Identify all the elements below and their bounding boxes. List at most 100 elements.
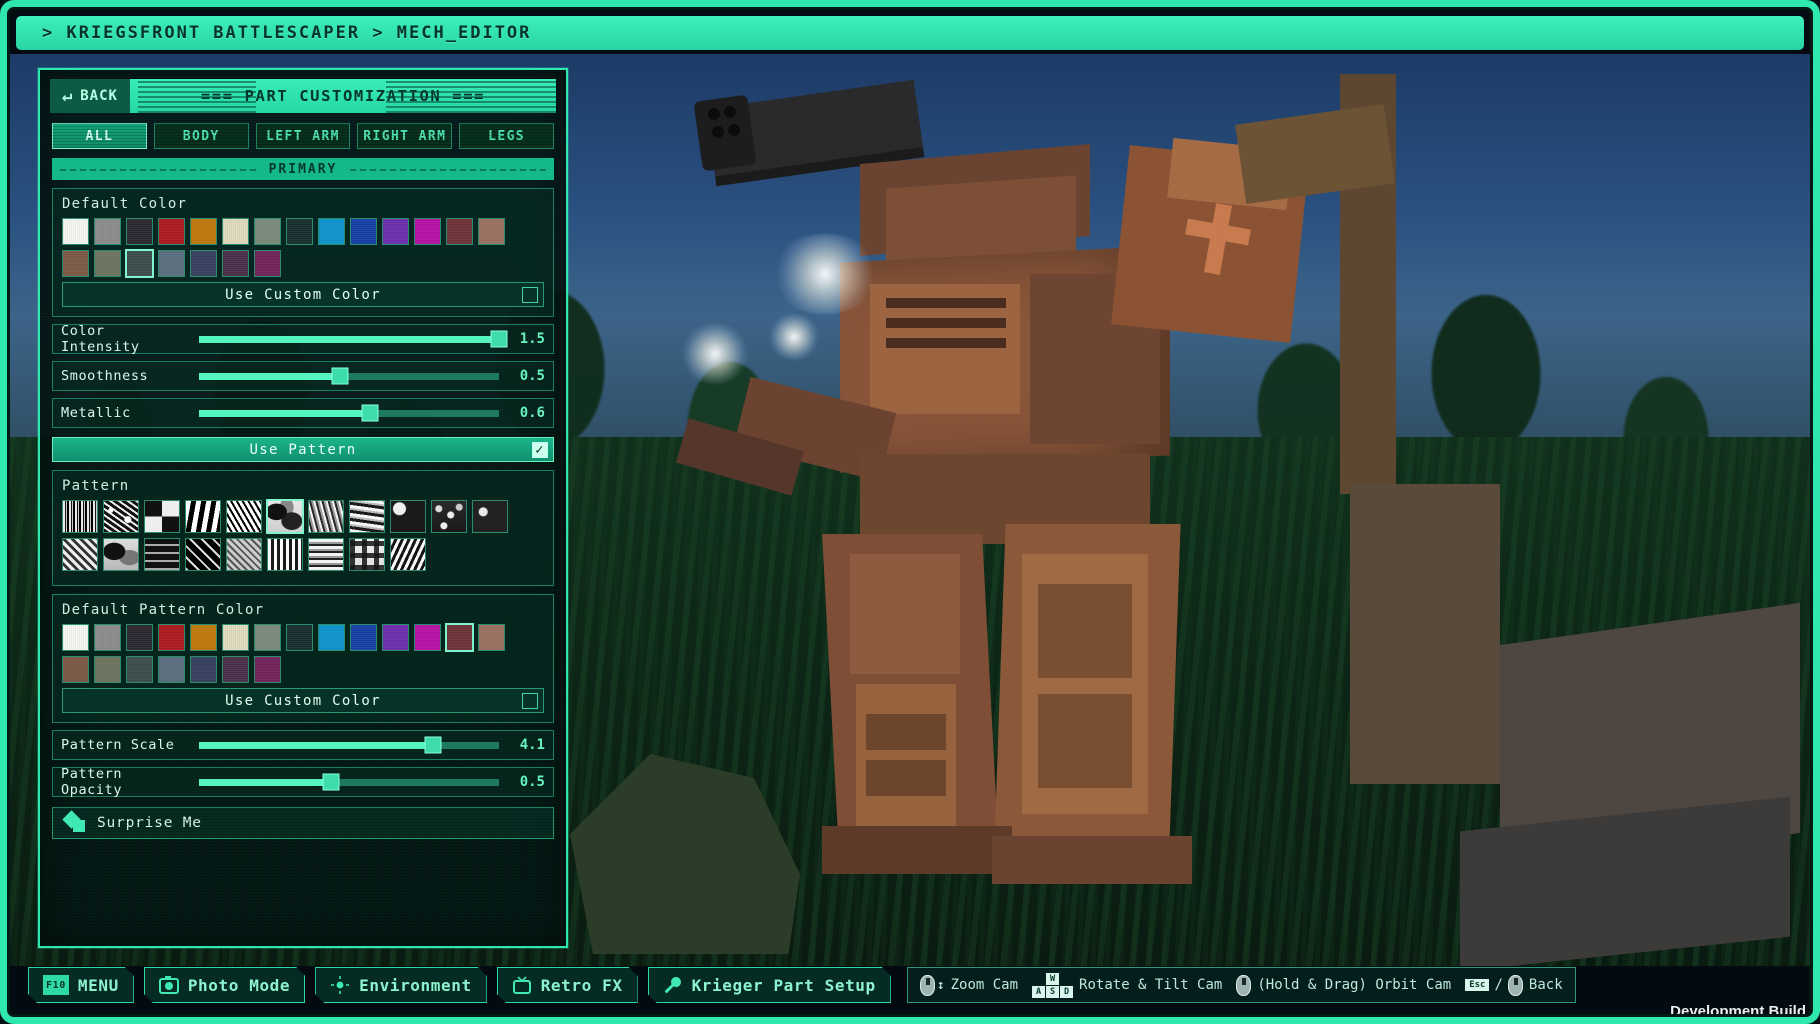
color-swatch[interactable] xyxy=(126,624,153,651)
camera-control-hints: ↕Zoom CamWASDRotate & Tilt Cam(Hold & Dr… xyxy=(907,967,1576,1003)
back-button[interactable]: ↵ BACK xyxy=(50,79,130,113)
camouflage-blob-pattern[interactable] xyxy=(267,500,303,533)
pebble-scatter-pattern[interactable] xyxy=(431,500,467,533)
vertical-bars-pattern[interactable] xyxy=(267,538,303,571)
use-custom-color-button-pattern[interactable]: Use Custom Color xyxy=(62,688,544,713)
toolbar-button-menu[interactable]: F10MENU xyxy=(28,967,134,1003)
slider-knob[interactable] xyxy=(362,405,379,422)
color-swatch[interactable] xyxy=(158,656,185,683)
color-swatch[interactable] xyxy=(126,656,153,683)
color-swatch[interactable] xyxy=(286,218,313,245)
color-swatch[interactable] xyxy=(382,624,409,651)
color-swatch[interactable] xyxy=(222,656,249,683)
slider-row[interactable]: Pattern Scale4.1 xyxy=(52,730,554,760)
use-custom-color-checkbox-primary[interactable] xyxy=(522,287,538,303)
slider-track[interactable] xyxy=(199,410,499,417)
toolbar-button-krieger-part-setup[interactable]: Krieger Part Setup xyxy=(648,967,891,1003)
vertical-noise-stripes-pattern[interactable] xyxy=(62,500,98,533)
color-swatch[interactable] xyxy=(190,218,217,245)
color-swatch[interactable] xyxy=(446,624,473,651)
slider-track[interactable] xyxy=(199,742,499,749)
tiger-stripe-pattern[interactable] xyxy=(349,500,385,533)
wavy-zebra-pattern[interactable] xyxy=(185,500,221,533)
horizontal-bands-pattern[interactable] xyxy=(308,538,344,571)
toolbar-button-environment[interactable]: Environment xyxy=(315,967,487,1003)
color-swatch[interactable] xyxy=(158,624,185,651)
color-swatch[interactable] xyxy=(286,624,313,651)
slider-row[interactable]: Smoothness 0.5 xyxy=(52,361,554,391)
color-swatch[interactable] xyxy=(190,250,217,277)
color-swatch[interactable] xyxy=(254,218,281,245)
color-swatch[interactable] xyxy=(62,656,89,683)
color-swatch[interactable] xyxy=(62,218,89,245)
color-swatch[interactable] xyxy=(222,250,249,277)
slider-row[interactable]: Metallic0.6 xyxy=(52,398,554,428)
color-swatch[interactable] xyxy=(190,656,217,683)
color-swatch[interactable] xyxy=(414,624,441,651)
color-swatch[interactable] xyxy=(318,624,345,651)
use-custom-color-checkbox-pattern[interactable] xyxy=(522,693,538,709)
color-swatch[interactable] xyxy=(94,250,121,277)
slider-row[interactable]: Pattern Opacity0.5 xyxy=(52,767,554,797)
slider-knob[interactable] xyxy=(491,331,508,348)
color-swatch[interactable] xyxy=(62,250,89,277)
color-swatch[interactable] xyxy=(94,218,121,245)
color-swatch[interactable] xyxy=(350,218,377,245)
plaid-check-pattern[interactable] xyxy=(349,538,385,571)
color-swatch[interactable] xyxy=(158,250,185,277)
toolbar-button-retro-fx[interactable]: Retro FX xyxy=(497,967,638,1003)
use-pattern-checkbox[interactable]: ✓ xyxy=(532,442,548,458)
toolbar-button-photo-mode[interactable]: Photo Mode xyxy=(144,967,305,1003)
swatch-row xyxy=(62,624,544,651)
grid-mesh-pattern[interactable] xyxy=(144,538,180,571)
slider-track[interactable] xyxy=(199,779,499,786)
slider-knob[interactable] xyxy=(332,368,349,385)
slider-row[interactable]: Color Intensity1.5 xyxy=(52,324,554,354)
color-swatch[interactable] xyxy=(446,218,473,245)
slider-label: Smoothness xyxy=(61,368,189,384)
slider-track[interactable] xyxy=(199,373,499,380)
color-swatch[interactable] xyxy=(94,624,121,651)
color-swatch[interactable] xyxy=(254,624,281,651)
urban-camo-pattern[interactable] xyxy=(103,538,139,571)
color-swatch[interactable] xyxy=(382,218,409,245)
color-swatch[interactable] xyxy=(94,656,121,683)
color-swatch[interactable] xyxy=(126,218,153,245)
color-swatch[interactable] xyxy=(126,250,153,277)
color-swatch[interactable] xyxy=(222,218,249,245)
tab-right-arm[interactable]: RIGHT ARM xyxy=(357,123,452,149)
slider-value: 0.5 xyxy=(511,368,545,384)
cracked-splatter-pattern[interactable] xyxy=(103,500,139,533)
use-pattern-button[interactable]: Use Pattern ✓ xyxy=(52,437,554,462)
woven-basket-pattern[interactable] xyxy=(226,538,262,571)
tab-all[interactable]: ALL xyxy=(52,123,147,149)
color-swatch[interactable] xyxy=(190,624,217,651)
surprise-me-button[interactable]: Surprise Me xyxy=(52,807,554,839)
slider-knob[interactable] xyxy=(323,774,340,791)
tab-body[interactable]: BODY xyxy=(154,123,249,149)
color-swatch[interactable] xyxy=(62,624,89,651)
cobblestone-pattern[interactable] xyxy=(390,500,426,533)
color-swatch[interactable] xyxy=(350,624,377,651)
tab-legs[interactable]: LEGS xyxy=(459,123,554,149)
color-swatch[interactable] xyxy=(254,656,281,683)
section-label-primary: PRIMARY xyxy=(257,162,350,177)
tab-left-arm[interactable]: LEFT ARM xyxy=(256,123,351,149)
color-swatch[interactable] xyxy=(222,624,249,651)
color-swatch[interactable] xyxy=(478,218,505,245)
color-swatch[interactable] xyxy=(158,218,185,245)
herringbone-weave-pattern[interactable] xyxy=(62,538,98,571)
use-custom-color-button-primary[interactable]: Use Custom Color xyxy=(62,282,544,307)
color-swatch[interactable] xyxy=(414,218,441,245)
slider-knob[interactable] xyxy=(425,737,442,754)
diagonal-hatch-pattern[interactable] xyxy=(390,538,426,571)
color-swatch[interactable] xyxy=(318,218,345,245)
diamond-lattice-pattern[interactable] xyxy=(185,538,221,571)
color-swatch[interactable] xyxy=(478,624,505,651)
gravel-pattern[interactable] xyxy=(472,500,508,533)
crackle-mosaic-pattern[interactable] xyxy=(226,500,262,533)
fine-checker-noise-pattern[interactable] xyxy=(144,500,180,533)
color-swatch[interactable] xyxy=(254,250,281,277)
brushed-swirl-pattern[interactable] xyxy=(308,500,344,533)
slider-track[interactable] xyxy=(199,336,499,343)
